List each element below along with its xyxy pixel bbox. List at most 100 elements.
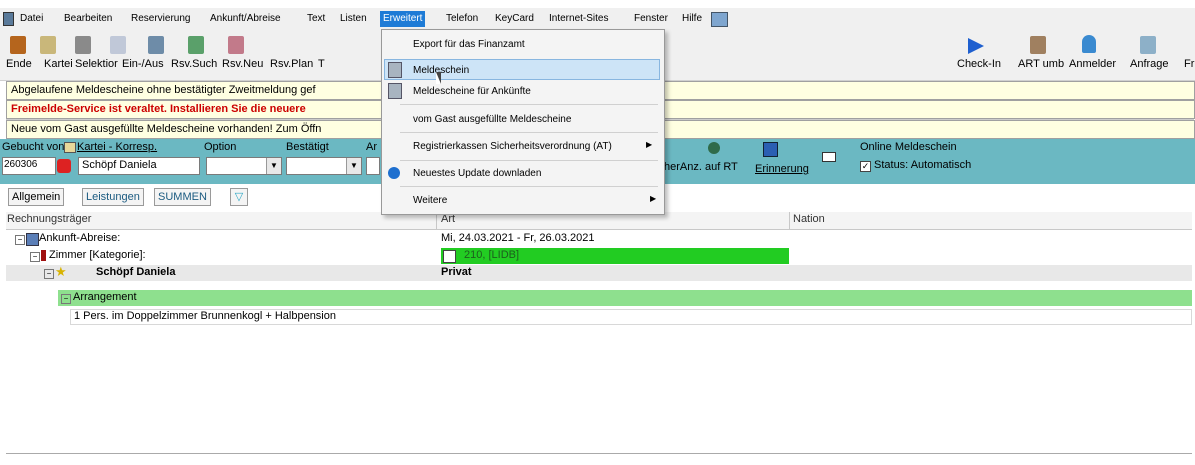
collapse-toggle[interactable]: − bbox=[15, 235, 25, 245]
arrangement-value: 1 Pers. im Doppelzimmer Brunnenkogl + Ha… bbox=[74, 310, 336, 322]
menu-reservierung[interactable]: Reservierung bbox=[131, 11, 190, 27]
meldeschein-icon bbox=[388, 62, 402, 78]
menu-ankunft-abreise[interactable]: Ankunft/Abreise bbox=[210, 11, 281, 27]
erinnerung-label[interactable]: Erinnerung bbox=[755, 163, 809, 175]
collapse-toggle[interactable]: − bbox=[61, 294, 71, 304]
booking-number-field[interactable]: 260306 bbox=[2, 157, 56, 175]
dd-meldeschein[interactable]: Meldeschein bbox=[413, 65, 469, 76]
col-divider bbox=[789, 212, 790, 229]
guest-row-type: Privat bbox=[441, 266, 472, 278]
dd-update-download[interactable]: Neuestes Update downladen bbox=[413, 168, 541, 179]
menu-bearbeiten[interactable]: Bearbeiten bbox=[64, 11, 112, 27]
toolbar-anfrage-label[interactable]: Anfrage bbox=[1130, 58, 1169, 70]
heart-icon[interactable] bbox=[57, 159, 71, 173]
toolbar-rsv-neu-label[interactable]: Rsv.Neu bbox=[222, 58, 263, 70]
dd-vom-gast-ausgefuellt[interactable]: vom Gast ausgefüllte Meldescheine bbox=[413, 114, 571, 125]
toolbar-ende-label[interactable]: Ende bbox=[6, 58, 32, 70]
meldescheine-ankuenfte-icon bbox=[388, 83, 402, 99]
selektion-icon[interactable] bbox=[75, 36, 91, 54]
search-reservation-icon[interactable] bbox=[148, 36, 164, 54]
tab-summen[interactable]: SUMMEN bbox=[154, 188, 211, 206]
col-nation[interactable]: Nation bbox=[793, 213, 825, 225]
kartei-small-icon bbox=[64, 142, 76, 153]
ar-label: Ar bbox=[366, 141, 377, 153]
dropdown-separator bbox=[400, 160, 658, 161]
option-label: Option bbox=[204, 141, 237, 153]
app-icon bbox=[3, 12, 14, 26]
chevron-down-icon[interactable]: ▼ bbox=[266, 158, 281, 174]
toolbar-rsv-plan-label[interactable]: Rsv.Plan bbox=[270, 58, 313, 70]
art-umbuchen-icon[interactable] bbox=[1030, 36, 1046, 54]
anz-auf-rt-label[interactable]: herAnz. auf RT bbox=[664, 161, 738, 173]
tab-leistungen[interactable]: Leistungen bbox=[82, 188, 144, 206]
menu-keycard[interactable]: KeyCard bbox=[495, 11, 534, 27]
edit-icon[interactable] bbox=[711, 12, 728, 27]
dropdown-separator bbox=[400, 132, 658, 133]
menu-erweitert[interactable]: Erweitert bbox=[380, 11, 426, 27]
submenu-arrow-icon: ▶ bbox=[650, 194, 657, 203]
guest-row-name: Schöpf Daniela bbox=[96, 266, 176, 278]
toolbar-art-umb-label[interactable]: ART umb bbox=[1018, 58, 1064, 70]
collapse-toggle[interactable]: − bbox=[44, 269, 54, 279]
toolbar-ein-aus-label[interactable]: Ein-/Aus bbox=[122, 58, 164, 70]
menu-fenster[interactable]: Fenster bbox=[634, 11, 668, 27]
dd-meldescheine-ankuenfte[interactable]: Meldescheine für Ankünfte bbox=[413, 86, 531, 97]
filter-icon[interactable]: ▽ bbox=[230, 188, 248, 206]
toolbar-t-label[interactable]: T bbox=[318, 58, 325, 70]
toolbar-check-in-label[interactable]: Check-In bbox=[957, 58, 1001, 70]
guest-name-field[interactable]: Schöpf Daniela bbox=[78, 157, 200, 175]
status-checkbox[interactable]: ✓ bbox=[860, 161, 871, 172]
envelope-icon[interactable] bbox=[822, 152, 836, 162]
ankunft-value: Mi, 24.03.2021 - Fr, 26.03.2021 bbox=[441, 232, 595, 244]
toolbar-rsv-such-label[interactable]: Rsv.Such bbox=[171, 58, 217, 70]
room-checkbox[interactable] bbox=[443, 250, 456, 263]
menu-datei[interactable]: Datei bbox=[20, 11, 43, 27]
guest-row-bg bbox=[6, 265, 1192, 281]
option-dropdown[interactable]: ▼ bbox=[206, 157, 282, 175]
arrangement-row-bg bbox=[58, 290, 1192, 306]
dd-export-finanzamt[interactable]: Export für das Finanzamt bbox=[413, 39, 525, 50]
dropdown-separator bbox=[400, 104, 658, 105]
booking-number-value: 260306 bbox=[4, 159, 38, 170]
bestaetigt-label: Bestätigt bbox=[286, 141, 329, 153]
col-rechnungstraeger[interactable]: Rechnungsträger bbox=[7, 213, 91, 225]
toolbar-fr-label[interactable]: Fr bbox=[1184, 58, 1194, 70]
mail-icon[interactable] bbox=[110, 36, 126, 54]
toolbar-selektion-label[interactable]: Selektior bbox=[75, 58, 118, 70]
kartei-icon[interactable] bbox=[40, 36, 56, 54]
new-reservation-icon[interactable] bbox=[188, 36, 204, 54]
menu-internet-sites[interactable]: Internet-Sites bbox=[549, 11, 608, 27]
room-door-icon bbox=[41, 250, 46, 261]
menu-text[interactable]: Text bbox=[307, 11, 325, 27]
anfrage-icon[interactable] bbox=[1140, 36, 1156, 54]
chevron-down-icon[interactable]: ▼ bbox=[346, 158, 361, 174]
ar-field[interactable] bbox=[366, 157, 380, 175]
arrangement-label: Arrangement bbox=[73, 291, 137, 303]
menu-listen[interactable]: Listen bbox=[340, 11, 367, 27]
plan-icon[interactable] bbox=[228, 36, 244, 54]
bestaetigt-dropdown[interactable]: ▼ bbox=[286, 157, 362, 175]
gebucht-von-label: Gebucht von: bbox=[2, 141, 68, 153]
mouse-cursor-icon bbox=[436, 72, 441, 84]
exit-icon[interactable] bbox=[10, 36, 26, 54]
guest-name-value: Schöpf Daniela bbox=[82, 159, 157, 171]
menu-hilfe[interactable]: Hilfe bbox=[682, 11, 702, 27]
word-icon[interactable] bbox=[763, 142, 778, 157]
dd-weitere[interactable]: Weitere bbox=[413, 195, 447, 206]
calendar-icon bbox=[26, 233, 39, 246]
online-meldeschein-label: Online Meldeschein bbox=[860, 141, 957, 153]
globe-icon bbox=[388, 167, 400, 179]
anmelder-person-icon[interactable] bbox=[1082, 35, 1096, 53]
dropdown-separator bbox=[400, 186, 658, 187]
zimmer-value: 210, [LIDB] bbox=[464, 249, 520, 261]
collapse-toggle[interactable]: − bbox=[30, 252, 40, 262]
submenu-arrow-icon: ▶ bbox=[646, 140, 653, 149]
toolbar-anmelder-label[interactable]: Anmelder bbox=[1069, 58, 1116, 70]
dd-registrierkassen[interactable]: Registrierkassen Sicherheitsverordnung (… bbox=[413, 141, 612, 152]
kartei-korresp-link[interactable]: Kartei - Korresp. bbox=[77, 141, 157, 153]
toolbar-kartei-label[interactable]: Kartei bbox=[44, 58, 73, 70]
tab-allgemein[interactable]: Allgemein bbox=[8, 188, 65, 206]
ankunft-label: Ankunft-Abreise: bbox=[39, 232, 121, 244]
menu-telefon[interactable]: Telefon bbox=[446, 11, 478, 27]
check-in-arrow-icon[interactable] bbox=[968, 38, 984, 54]
